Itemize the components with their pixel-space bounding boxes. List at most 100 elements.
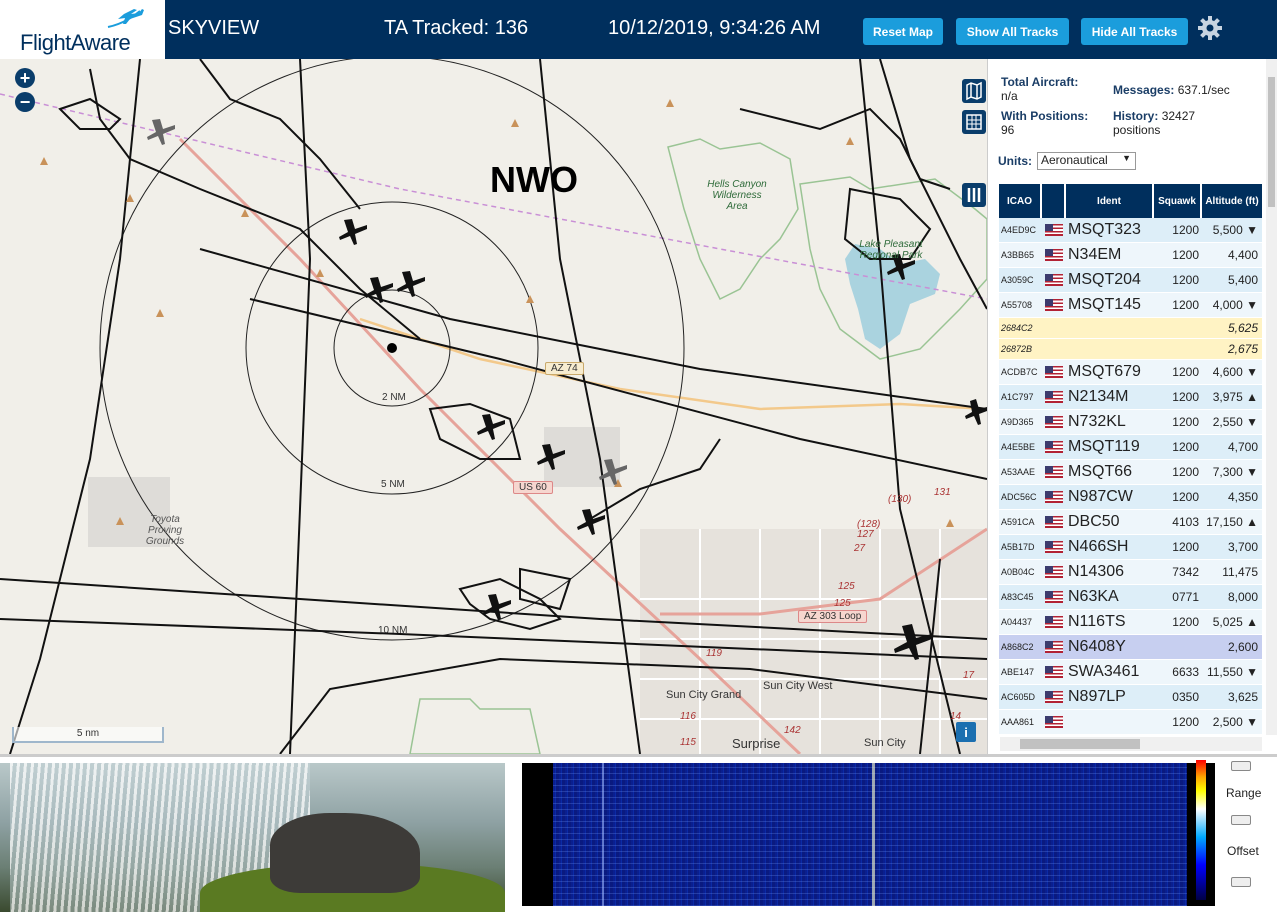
cell-squawk: 1200 [1172, 490, 1199, 504]
route-num: 14 [950, 711, 962, 722]
table-row[interactable]: A0B04C N14306 7342 11,475 [999, 560, 1262, 585]
table-row[interactable]: A3059C MSQT204 1200 5,400 [999, 268, 1262, 293]
columns-toggle-button[interactable] [962, 183, 986, 207]
gear-icon[interactable] [1196, 14, 1224, 42]
cell-squawk: 1200 [1172, 390, 1199, 404]
cell-ident: MSQT119 [1068, 438, 1140, 455]
us-flag-icon [1045, 691, 1063, 703]
col-flag[interactable] [1042, 184, 1066, 218]
units-value: Aeronautical [1041, 153, 1108, 167]
cell-icao: A4E5BE [1001, 442, 1036, 452]
station-label: NWO [490, 159, 578, 200]
table-row[interactable]: A591CA DBC50 4103 17,150 ▲ [999, 510, 1262, 535]
table-row[interactable]: A1C797 N2134M 1200 3,975 ▲ [999, 385, 1262, 410]
table-row[interactable]: A55708 MSQT145 1200 4,000 ▼ [999, 293, 1262, 318]
hide-all-tracks-button[interactable]: Hide All Tracks [1081, 18, 1188, 45]
us-flag-icon [1045, 566, 1063, 578]
us-flag-icon [1045, 666, 1063, 678]
cell-flag [1042, 435, 1066, 459]
table-row[interactable]: ADC56C N987CW 1200 4,350 [999, 485, 1262, 510]
sidebar-vertical-scrollbar[interactable] [1266, 59, 1277, 735]
reset-map-button[interactable]: Reset Map [863, 18, 943, 45]
offset-slider[interactable] [1231, 877, 1251, 887]
table-row[interactable]: A04437 N116TS 1200 5,025 ▲ [999, 610, 1262, 635]
cell-icao: ADC56C [1001, 492, 1037, 502]
cell-squawk: 1200 [1172, 415, 1199, 429]
units-select[interactable]: Aeronautical ▼ [1037, 152, 1136, 170]
table-row[interactable]: A9D365 N732KL 1200 2,550 ▼ [999, 410, 1262, 435]
place-sun-city-west: Sun City West [763, 680, 833, 692]
col-altitude[interactable]: Altitude (ft) [1202, 184, 1262, 218]
cell-altitude: 11,475 [1222, 565, 1258, 579]
cell-icao: 2684C2 [1001, 323, 1033, 333]
col-ident[interactable]: Ident [1066, 184, 1154, 218]
col-icao[interactable]: ICAO [999, 184, 1042, 218]
cell-altitude: 17,150 ▲ [1206, 515, 1258, 529]
range-label-5nm: 5 NM [381, 479, 405, 490]
table-row[interactable]: A868C2 N6408Y 2,600 [999, 635, 1262, 660]
cell-icao: A53AAE [1001, 467, 1036, 477]
table-row[interactable]: A4ED9C MSQT323 1200 5,500 ▼ [999, 218, 1262, 243]
flightaware-logo[interactable]: FlightAware [0, 0, 165, 59]
cell-icao: A4ED9C [1001, 225, 1037, 235]
route-num: 119 [706, 648, 722, 659]
cell-ident: MSQT145 [1068, 296, 1141, 313]
place-sun-city-grand: Sun City Grand [666, 689, 742, 701]
grid-toggle-button[interactable] [962, 110, 986, 134]
table-row[interactable]: A4E5BE MSQT119 1200 4,700 [999, 435, 1262, 460]
spectrum-waterfall-display[interactable] [522, 763, 1215, 906]
road-label-us60: US 60 [513, 481, 553, 494]
cell-squawk: 1200 [1172, 223, 1199, 237]
map-view[interactable]: + − NWO 2 NM 5 NM 10 NM AZ 74 US 60 AZ 3… [0, 59, 987, 754]
us-flag-icon [1045, 249, 1063, 261]
cell-icao: A591CA [1001, 517, 1035, 527]
table-row[interactable]: 26872B 2,675 [999, 339, 1262, 360]
table-row[interactable]: A3BB65 N34EM 1200 4,400 [999, 243, 1262, 268]
cell-squawk: 1200 [1172, 715, 1199, 729]
cell-flag [1042, 218, 1066, 242]
offset-label: Offset [1227, 844, 1259, 858]
table-row[interactable]: AC605D N897LP 0350 3,625 [999, 685, 1262, 710]
table-row[interactable]: A53AAE MSQT66 1200 7,300 ▼ [999, 460, 1262, 485]
show-all-tracks-button[interactable]: Show All Tracks [956, 18, 1069, 45]
table-row[interactable]: A83C45 N63KA 0771 8,000 [999, 585, 1262, 610]
aircraft-icons[interactable] [339, 219, 987, 660]
cell-squawk: 1200 [1172, 298, 1199, 312]
cell-squawk: 1200 [1172, 365, 1199, 379]
info-button[interactable]: i [956, 722, 976, 742]
cell-altitude: 3,975 ▲ [1212, 390, 1258, 404]
table-row[interactable]: 2684C2 5,625 [999, 318, 1262, 339]
cell-icao: A0B04C [1001, 567, 1035, 577]
cell-icao: A04437 [1001, 617, 1033, 627]
cell-ident: MSQT679 [1068, 363, 1141, 380]
table-row[interactable]: ACDB7C MSQT679 1200 4,600 ▼ [999, 360, 1262, 385]
zoom-out-button[interactable]: − [15, 92, 35, 112]
cell-altitude: 5,500 ▼ [1212, 223, 1258, 237]
scroll-thumb[interactable] [1020, 739, 1140, 749]
cell-ident: MSQT66 [1068, 463, 1133, 480]
route-num: (130) [888, 494, 912, 505]
range-slider[interactable] [1231, 815, 1251, 825]
table-horizontal-scrollbar[interactable] [1000, 737, 1262, 751]
col-squawk[interactable]: Squawk [1154, 184, 1202, 218]
range-label-2nm: 2 NM [382, 392, 406, 403]
table-row[interactable]: A5B17D N466SH 1200 3,700 [999, 535, 1262, 560]
map-scale-bar: 5 nm [12, 727, 164, 743]
cell-icao: ABE147 [1001, 667, 1035, 677]
table-row[interactable]: ABE147 SWA3461 6633 11,550 ▼ [999, 660, 1262, 685]
us-flag-icon [1045, 516, 1063, 528]
range-slider-top[interactable] [1231, 761, 1251, 771]
route-num: 127 [857, 529, 874, 540]
scroll-thumb[interactable] [1268, 77, 1275, 207]
zoom-in-button[interactable]: + [15, 68, 35, 88]
map-icon [966, 81, 982, 101]
cell-ident: N897LP [1068, 688, 1126, 705]
map-layers-button[interactable] [962, 79, 986, 103]
cell-ident: N116TS [1068, 613, 1126, 630]
table-row[interactable]: AAA861 1200 2,500 ▼ [999, 710, 1262, 734]
us-flag-icon [1045, 466, 1063, 478]
aircraft-table[interactable]: ICAO Ident Squawk Altitude (ft) A4ED9C MS… [999, 184, 1262, 734]
cell-flag [1042, 610, 1066, 634]
cell-altitude: 4,600 ▼ [1212, 365, 1258, 379]
cell-icao: AAA861 [1001, 717, 1035, 727]
